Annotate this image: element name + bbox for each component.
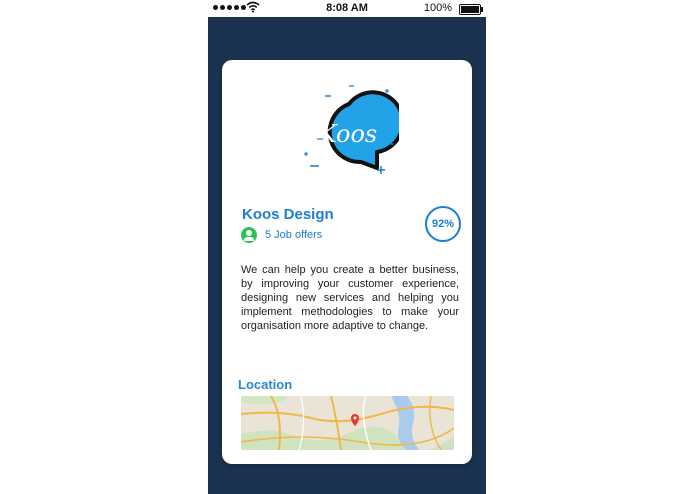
app-screen: Koos Koos Design 5 Job offers 92% We can xyxy=(208,17,486,494)
job-offers-row[interactable]: 5 Job offers xyxy=(241,227,322,243)
company-name[interactable]: Koos Design xyxy=(242,206,334,223)
location-map[interactable] xyxy=(241,396,454,450)
user-icon xyxy=(241,227,257,243)
battery-icon xyxy=(459,4,483,15)
battery-percentage: 100% xyxy=(423,2,452,14)
company-description: We can help you create a better business… xyxy=(241,264,459,332)
location-heading: Location xyxy=(238,377,293,392)
match-percent-badge: 92% xyxy=(425,206,461,242)
company-logo: Koos xyxy=(304,85,399,174)
job-offers-count: 5 Job offers xyxy=(265,229,323,241)
status-bar: 8:08 AM 100% xyxy=(208,0,486,17)
svg-text:Koos: Koos xyxy=(318,120,378,148)
phone-frame: 8:08 AM 100% Koos Koos Design 5 Job offe… xyxy=(208,0,486,494)
map-image xyxy=(241,396,454,450)
company-card[interactable]: Koos Koos Design 5 Job offers 92% We can xyxy=(222,60,472,464)
